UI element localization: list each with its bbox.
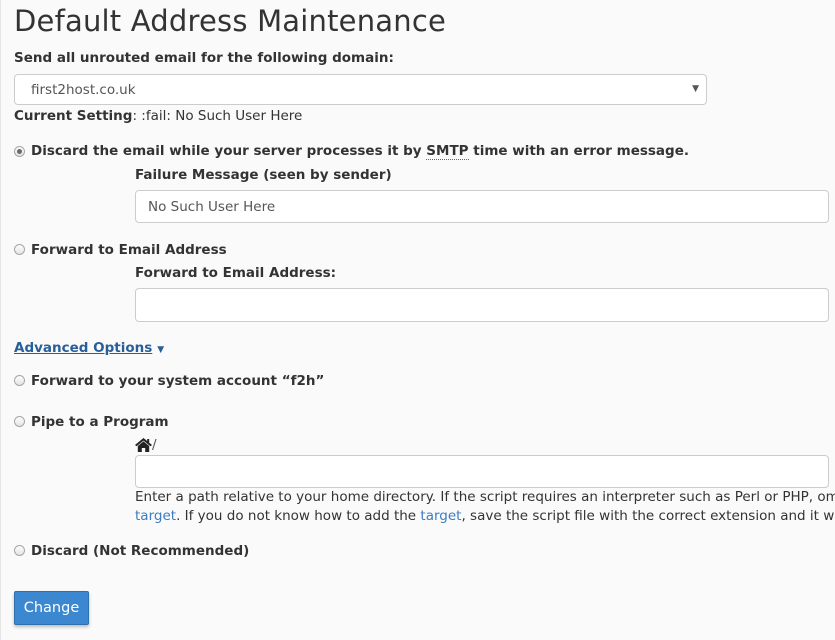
failure-message-value: No Such User Here	[148, 199, 276, 215]
domain-label: Send all unrouted email for the followin…	[14, 50, 394, 66]
option-discard-smtp-text: Discard the email while your server proc…	[31, 143, 427, 159]
target-link[interactable]: target	[420, 508, 461, 524]
option-forward-system-label[interactable]: Forward to your system account “f2h”	[31, 373, 324, 389]
current-setting: Current Setting: :fail: No Such User Her…	[14, 108, 302, 124]
change-button[interactable]: Change	[14, 591, 89, 625]
failure-message-input[interactable]: No Such User Here	[135, 190, 829, 223]
advanced-options-link[interactable]: Advanced Options	[14, 340, 152, 356]
option-discard-smtp-label[interactable]: Discard the email while your server proc…	[31, 143, 689, 160]
path-slash: /	[152, 437, 157, 453]
chevron-down-icon: ▼	[692, 84, 699, 94]
advanced-options-toggle[interactable]: Advanced Options ▼	[14, 337, 164, 356]
forward-email-input[interactable]	[135, 288, 829, 322]
pipe-help-line-1: Enter a path relative to your home direc…	[135, 489, 835, 505]
smtp-abbreviation: SMTP	[426, 143, 469, 160]
home-path-prefix: /	[135, 438, 157, 454]
domain-select-value: first2host.co.uk	[31, 82, 136, 98]
current-setting-value: :fail: No Such User Here	[137, 108, 303, 124]
option-discard-smtp-text-end: time with an error message.	[468, 143, 689, 159]
home-icon	[135, 438, 152, 452]
pipe-help-text-a: . If you do not know how to add the	[176, 508, 421, 524]
option-pipe-program-label[interactable]: Pipe to a Program	[31, 414, 169, 430]
forward-email-field-label: Forward to Email Address:	[135, 265, 337, 281]
current-setting-label: Current Setting	[14, 108, 133, 124]
target-link[interactable]: target	[135, 508, 176, 524]
option-discard-label[interactable]: Discard (Not Recommended)	[31, 543, 249, 559]
pipe-help-text-b: , save the script file with the correct …	[461, 508, 835, 524]
failure-message-label: Failure Message (seen by sender)	[135, 167, 392, 183]
option-forward-email-label[interactable]: Forward to Email Address	[31, 242, 227, 258]
radio-discard[interactable]	[14, 545, 25, 556]
domain-select[interactable]: first2host.co.uk ▼	[14, 74, 707, 105]
page-title: Default Address Maintenance	[14, 4, 447, 38]
pipe-help-line-2: target. If you do not know how to add th…	[135, 508, 835, 524]
radio-forward-system[interactable]	[14, 375, 25, 386]
radio-discard-smtp[interactable]	[14, 146, 25, 157]
radio-pipe-program[interactable]	[14, 416, 25, 427]
radio-forward-email[interactable]	[14, 244, 25, 255]
caret-down-icon: ▼	[157, 345, 165, 355]
pipe-program-input[interactable]	[135, 455, 829, 488]
